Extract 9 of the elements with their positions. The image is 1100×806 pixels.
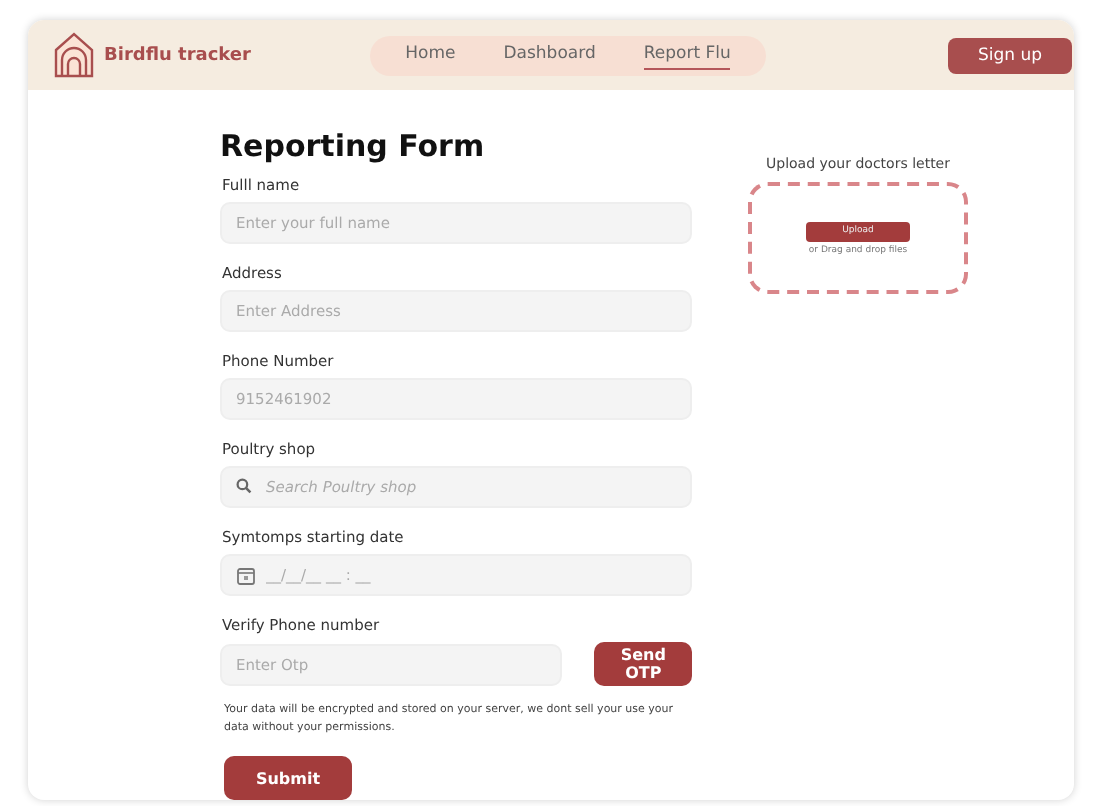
form-title: Reporting Form: [220, 128, 487, 164]
send-otp-button[interactable]: Send OTP: [594, 642, 692, 686]
submit-button[interactable]: Submit: [224, 756, 352, 800]
house-logo-icon: [54, 32, 94, 78]
nav-link[interactable]: Dashboard: [503, 40, 596, 70]
nav-link[interactable]: Home: [405, 40, 456, 70]
nav-link[interactable]: Report Flu: [643, 40, 731, 70]
sign-up-button[interactable]: Sign up: [948, 37, 1072, 73]
brand-name: Birdflu tracker: [104, 45, 251, 65]
